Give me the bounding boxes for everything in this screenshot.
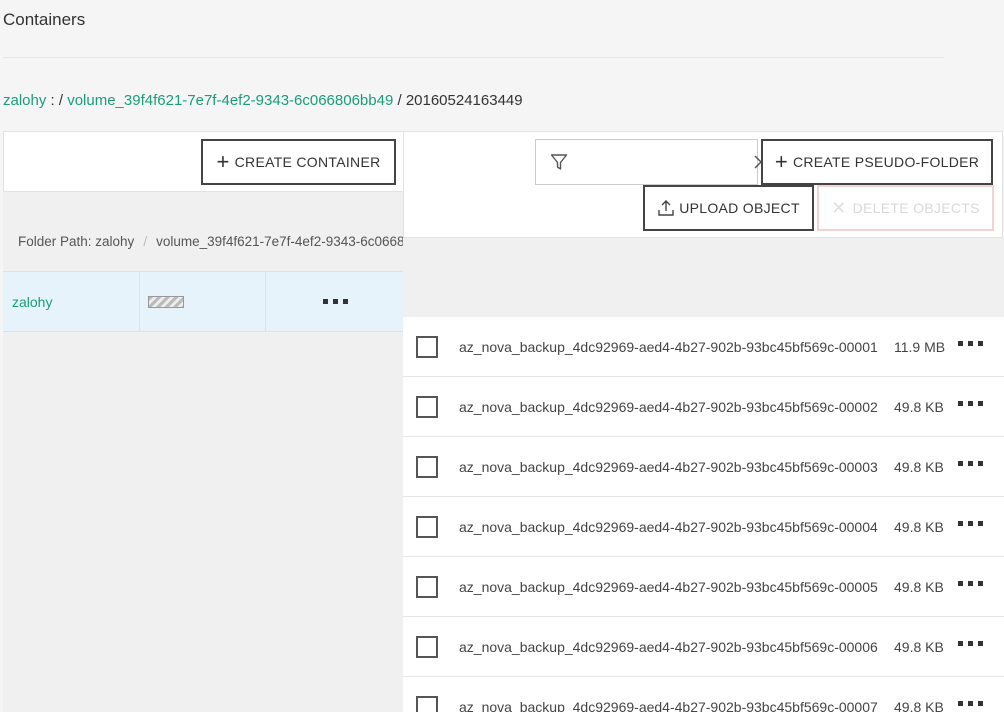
breadcrumb-current: 20160524163449 [405, 92, 523, 109]
plus-icon: + [774, 149, 788, 174]
create-container-label: CREATE CONTAINER [234, 154, 381, 170]
containers-list [3, 192, 404, 712]
filter-box [535, 139, 768, 185]
filter-icon [550, 152, 568, 172]
title-divider [3, 57, 944, 58]
object-size: 49.8 KB [894, 638, 944, 655]
kebab-menu-icon[interactable] [954, 397, 987, 410]
object-name[interactable]: az_nova_backup_4dc92969-aed4-4b27-902b-9… [459, 399, 894, 415]
table-row[interactable]: az_nova_backup_4dc92969-aed4-4b27-902b-9… [403, 377, 1004, 437]
delete-objects-label: DELETE OBJECTS [852, 200, 980, 216]
container-name-cell: zalohy [3, 272, 140, 331]
create-pseudo-folder-button[interactable]: + CREATE PSEUDO-FOLDER [761, 139, 993, 185]
kebab-menu-icon[interactable] [954, 697, 987, 710]
object-size: 49.8 KB [894, 518, 944, 535]
object-name[interactable]: az_nova_backup_4dc92969-aed4-4b27-902b-9… [459, 699, 894, 712]
breadcrumb-separator: / [393, 92, 406, 109]
containers-toolbar: + CREATE CONTAINER [3, 131, 404, 192]
create-container-button[interactable]: + CREATE CONTAINER [201, 139, 396, 185]
container-name[interactable]: zalohy [12, 294, 52, 310]
kebab-menu-icon[interactable] [954, 637, 987, 650]
plus-icon: + [216, 149, 230, 174]
usage-bar [148, 295, 184, 308]
table-row[interactable]: az_nova_backup_4dc92969-aed4-4b27-902b-9… [403, 557, 1004, 617]
table-row[interactable]: az_nova_backup_4dc92969-aed4-4b27-902b-9… [403, 317, 1004, 377]
table-row[interactable]: az_nova_backup_4dc92969-aed4-4b27-902b-9… [403, 617, 1004, 677]
breadcrumb: zalohy : / volume_39f4f621-7e7f-4ef2-934… [3, 92, 523, 109]
object-name[interactable]: az_nova_backup_4dc92969-aed4-4b27-902b-9… [459, 519, 894, 535]
kebab-menu-icon[interactable] [954, 337, 987, 350]
row-checkbox[interactable] [416, 515, 438, 538]
filter-input[interactable] [568, 140, 753, 184]
object-size: 49.8 KB [894, 578, 944, 595]
folder-path-separator: / [143, 234, 148, 249]
table-row[interactable]: az_nova_backup_4dc92969-aed4-4b27-902b-9… [403, 497, 1004, 557]
create-pseudo-folder-label: CREATE PSEUDO-FOLDER [792, 154, 980, 170]
objects-list: az_nova_backup_4dc92969-aed4-4b27-902b-9… [403, 317, 1004, 712]
page-title: Containers [3, 10, 86, 29]
delete-objects-button[interactable]: ✕ DELETE OBJECTS [817, 185, 994, 231]
container-usage-cell [140, 272, 266, 331]
folder-path-label: Folder Path: zalohy [18, 234, 135, 249]
upload-icon [658, 200, 674, 216]
object-size: 49.8 KB [894, 698, 944, 712]
upload-object-label: UPLOAD OBJECT [679, 200, 800, 216]
breadcrumb-root-link[interactable]: zalohy [3, 92, 46, 109]
object-name[interactable]: az_nova_backup_4dc92969-aed4-4b27-902b-9… [459, 459, 894, 475]
row-checkbox[interactable] [416, 635, 438, 658]
object-name[interactable]: az_nova_backup_4dc92969-aed4-4b27-902b-9… [459, 579, 894, 595]
objects-header-area [403, 238, 1004, 317]
row-checkbox[interactable] [416, 455, 438, 478]
container-row[interactable]: zalohy [3, 271, 404, 332]
kebab-menu-icon[interactable] [319, 295, 352, 308]
container-menu-cell [266, 272, 404, 331]
breadcrumb-separator: : / [46, 92, 68, 109]
kebab-menu-icon[interactable] [954, 457, 987, 470]
table-row[interactable]: az_nova_backup_4dc92969-aed4-4b27-902b-9… [403, 677, 1004, 712]
object-size: 11.9 MB [894, 338, 946, 355]
object-name[interactable]: az_nova_backup_4dc92969-aed4-4b27-902b-9… [459, 339, 894, 355]
row-checkbox[interactable] [416, 335, 438, 358]
upload-object-button[interactable]: UPLOAD OBJECT [643, 185, 814, 231]
object-size: 49.8 KB [894, 458, 944, 475]
breadcrumb-volume-link[interactable]: volume_39f4f621-7e7f-4ef2-9343-6c066806b… [67, 92, 393, 109]
close-icon: ✕ [831, 197, 847, 218]
row-checkbox[interactable] [416, 395, 438, 418]
kebab-menu-icon[interactable] [954, 577, 987, 590]
objects-toolbar: + CREATE PSEUDO-FOLDER UPLOAD OBJECT ✕ D… [403, 131, 1003, 238]
object-name[interactable]: az_nova_backup_4dc92969-aed4-4b27-902b-9… [459, 639, 894, 655]
object-size: 49.8 KB [894, 398, 944, 415]
kebab-menu-icon[interactable] [954, 517, 987, 530]
row-checkbox[interactable] [416, 695, 438, 712]
row-checkbox[interactable] [416, 575, 438, 598]
table-row[interactable]: az_nova_backup_4dc92969-aed4-4b27-902b-9… [403, 437, 1004, 497]
